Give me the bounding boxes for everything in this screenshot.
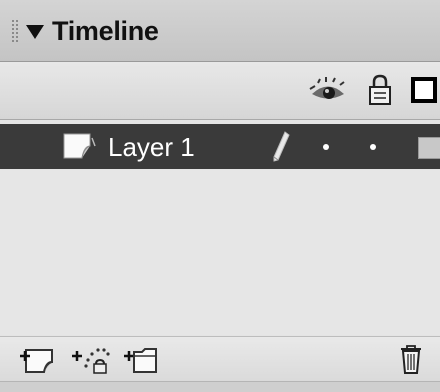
panel-footer (0, 381, 440, 392)
insert-layer-folder-icon[interactable] (122, 342, 162, 376)
panel-title-bar[interactable]: Timeline (0, 0, 440, 62)
layer-icon (63, 133, 96, 159)
layer-name[interactable]: Layer 1 (108, 132, 195, 163)
trash-icon[interactable] (398, 342, 424, 376)
insert-layer-icon[interactable] (18, 342, 56, 376)
drag-grip-icon[interactable] (12, 20, 19, 42)
visibility-dot[interactable] (323, 144, 329, 150)
lock-dot[interactable] (370, 144, 376, 150)
outline-color-swatch[interactable] (418, 137, 440, 159)
lock-icon[interactable] (368, 74, 392, 106)
layer-list-area (0, 170, 440, 335)
collapse-triangle-icon[interactable] (26, 25, 44, 39)
add-motion-guide-icon[interactable] (70, 342, 116, 376)
timeline-toolbar (0, 336, 440, 382)
outline-icon[interactable] (410, 76, 440, 104)
layer-column-header (0, 62, 440, 120)
timeline-panel: Timeline Layer 1 (0, 0, 440, 392)
panel-title: Timeline (52, 16, 159, 46)
eye-icon[interactable] (308, 77, 348, 105)
pencil-icon (273, 131, 290, 162)
layer-row[interactable]: Layer 1 (0, 124, 440, 169)
